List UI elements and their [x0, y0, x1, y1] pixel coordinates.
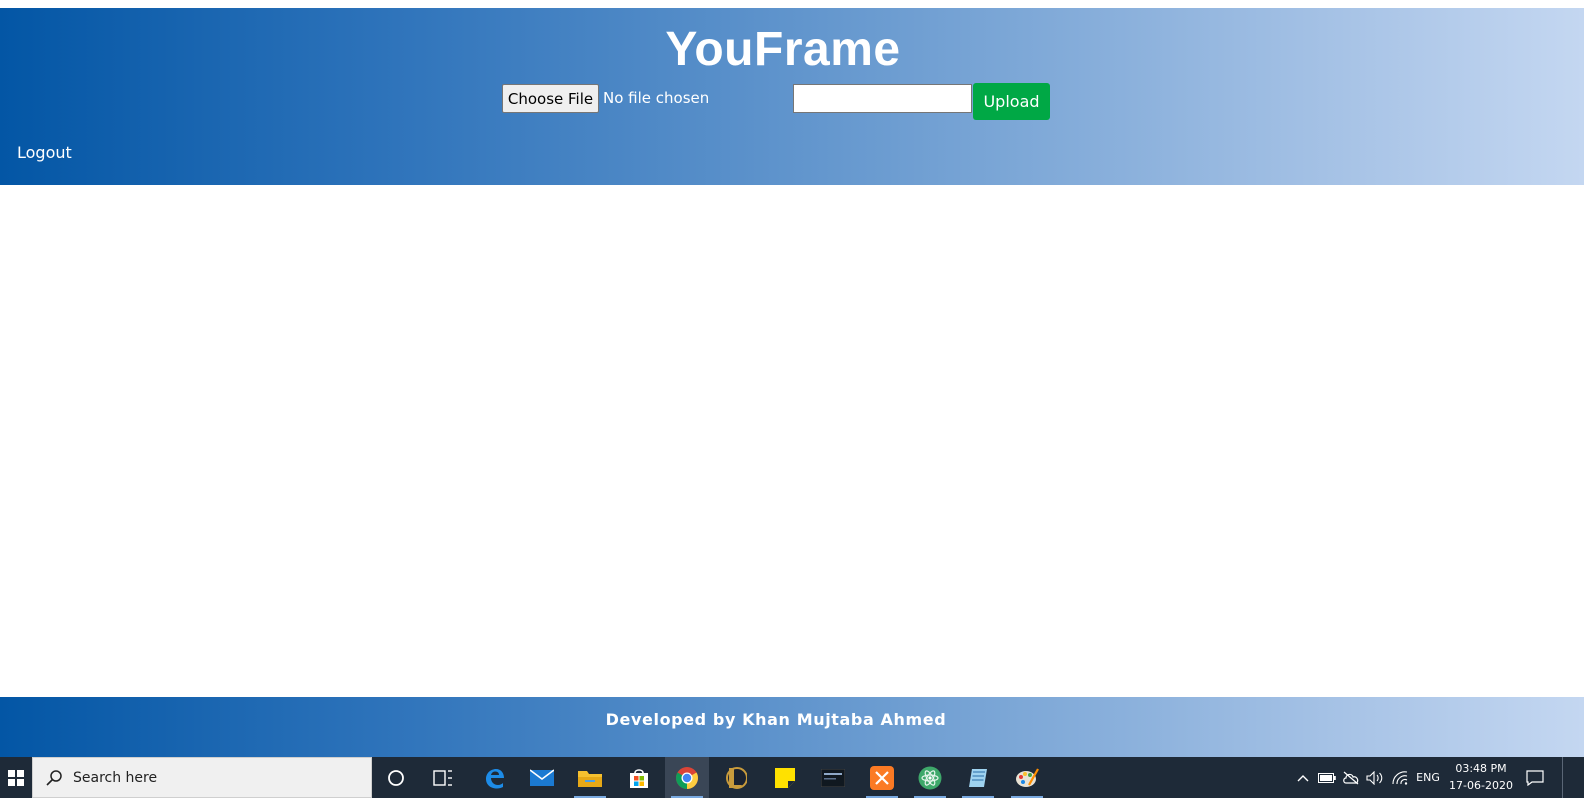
taskbar-league-of-legends[interactable] [714, 757, 758, 798]
tray-overflow-button[interactable] [1294, 757, 1312, 798]
cortana-icon [388, 769, 404, 786]
chevron-up-icon [1297, 774, 1309, 781]
taskbar-chrome[interactable] [665, 757, 709, 798]
notepad-icon [969, 768, 987, 787]
paint-icon [1016, 767, 1039, 787]
upload-name-input[interactable] [793, 84, 972, 113]
taskbar-file-explorer[interactable] [568, 757, 612, 798]
search-placeholder: Search here [73, 769, 158, 786]
edge-icon [486, 768, 504, 788]
page-header: YouFrame Choose File No file chosen Uplo… [0, 8, 1584, 185]
top-strip [0, 0, 1584, 8]
search-icon [46, 769, 62, 786]
taskbar-edge[interactable] [472, 757, 516, 798]
start-button[interactable] [0, 757, 32, 798]
taskbar-atom[interactable] [908, 757, 952, 798]
cortana-button[interactable] [374, 757, 418, 798]
taskbar-store[interactable] [617, 757, 661, 798]
wifi-icon [1392, 770, 1408, 785]
app-title: YouFrame [665, 23, 901, 76]
choose-file-button[interactable]: Choose File [502, 84, 599, 113]
taskbar-mail[interactable] [520, 757, 564, 798]
cloud-off-icon [1343, 771, 1359, 784]
taskbar-xampp[interactable] [860, 757, 904, 798]
battery-icon [1318, 772, 1336, 783]
bottom-strip [0, 798, 1584, 806]
page-footer: Developed by Khan Mujtaba Ahmed [0, 697, 1584, 757]
chrome-icon [676, 766, 698, 789]
tray-wifi[interactable] [1389, 757, 1411, 798]
task-view-button[interactable] [421, 757, 465, 798]
tray-onedrive[interactable] [1340, 757, 1362, 798]
logout-link[interactable]: Logout [17, 143, 72, 162]
tray-battery[interactable] [1316, 757, 1338, 798]
notification-icon [1526, 769, 1544, 786]
taskbar-notepad[interactable] [956, 757, 1000, 798]
mail-icon [530, 768, 554, 786]
store-icon [630, 768, 648, 788]
upload-button[interactable]: Upload [973, 83, 1050, 120]
taskbar-clock[interactable]: 03:48 PM 17-06-2020 [1446, 760, 1516, 794]
clock-time: 03:48 PM [1455, 762, 1507, 775]
windows-taskbar: Search here ENG 03:48 PM 17-06-2020 [0, 757, 1584, 798]
tray-language[interactable]: ENG [1414, 757, 1442, 798]
atom-icon [918, 766, 942, 789]
windows-logo-icon [8, 769, 24, 786]
show-desktop-button[interactable] [1562, 757, 1566, 798]
clock-date: 17-06-2020 [1449, 779, 1513, 792]
language-indicator: ENG [1416, 771, 1440, 784]
sticky-notes-icon [775, 767, 795, 788]
taskbar-sticky-notes[interactable] [763, 757, 807, 798]
league-of-legends-icon [726, 766, 747, 789]
taskbar-search-box[interactable]: Search here [32, 757, 372, 798]
main-content-area [0, 185, 1584, 697]
file-status-text: No file chosen [603, 89, 710, 107]
developer-credit: Developed by Khan Mujtaba Ahmed [605, 710, 947, 729]
tray-volume[interactable] [1364, 757, 1386, 798]
speaker-icon [1366, 770, 1383, 785]
file-explorer-icon [578, 770, 602, 787]
mysql-icon [821, 768, 845, 787]
taskbar-paint[interactable] [1005, 757, 1049, 798]
task-view-icon [433, 769, 452, 786]
action-center-button[interactable] [1520, 757, 1550, 798]
taskbar-mysql[interactable] [811, 757, 855, 798]
xampp-icon [870, 765, 894, 790]
